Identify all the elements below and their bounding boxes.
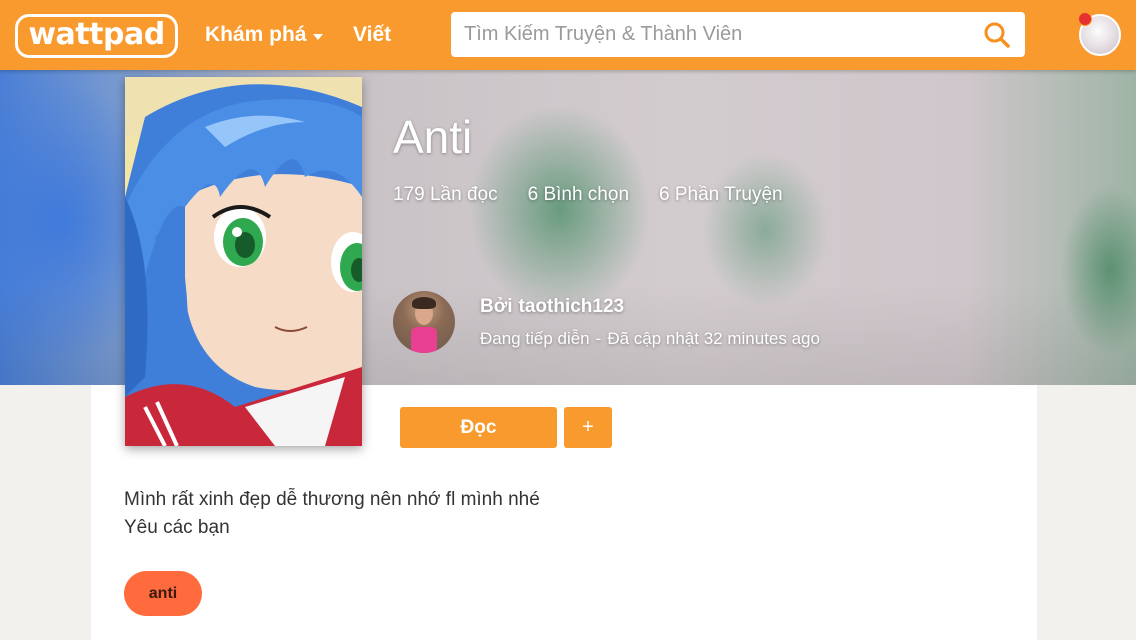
nav-discover-menu[interactable]: Khám phá xyxy=(205,23,323,47)
votes-count: 6 Bình chọn xyxy=(527,184,630,205)
parts-count: 6 Phần Truyện xyxy=(659,184,783,205)
author-avatar[interactable] xyxy=(393,291,455,353)
story-cover-image[interactable] xyxy=(125,77,362,446)
tag-anti[interactable]: anti xyxy=(124,571,202,616)
author-prefix: Bởi xyxy=(480,296,513,317)
search-input[interactable] xyxy=(451,12,971,57)
wattpad-logo[interactable]: wattpad xyxy=(15,14,178,58)
read-button[interactable]: Đọc xyxy=(400,407,557,448)
caret-down-icon xyxy=(312,33,323,40)
author-line: Bởi taothich123 xyxy=(480,296,624,318)
story-description: Mình rất xinh đẹp dễ thương nên nhớ fl m… xyxy=(124,486,540,542)
top-nav-bar: wattpad Khám phá Viết xyxy=(0,0,1136,70)
story-stats: 179 Lần đọc 6 Bình chọn 6 Phần Truyện xyxy=(393,184,783,206)
reads-count: 179 Lần đọc xyxy=(393,184,498,205)
story-title: Anti xyxy=(393,111,473,163)
status-separator: - xyxy=(595,329,602,348)
notification-badge xyxy=(1078,12,1092,26)
search-icon[interactable] xyxy=(983,21,1011,49)
description-line: Mình rất xinh đẹp dễ thương nên nhớ fl m… xyxy=(124,489,540,510)
description-line: Yêu các bạn xyxy=(124,517,230,538)
story-status: Đang tiếp diễn xyxy=(480,329,590,348)
nav-discover-label: Khám phá xyxy=(205,23,307,46)
nav-write-link[interactable]: Viết xyxy=(353,23,391,47)
last-updated: Đã cập nhật 32 minutes ago xyxy=(607,329,820,348)
author-name-link[interactable]: taothich123 xyxy=(519,296,625,318)
search-box xyxy=(451,12,1025,57)
add-to-list-button[interactable]: + xyxy=(564,407,612,448)
story-status-line: Đang tiếp diễn - Đã cập nhật 32 minutes … xyxy=(480,329,820,349)
